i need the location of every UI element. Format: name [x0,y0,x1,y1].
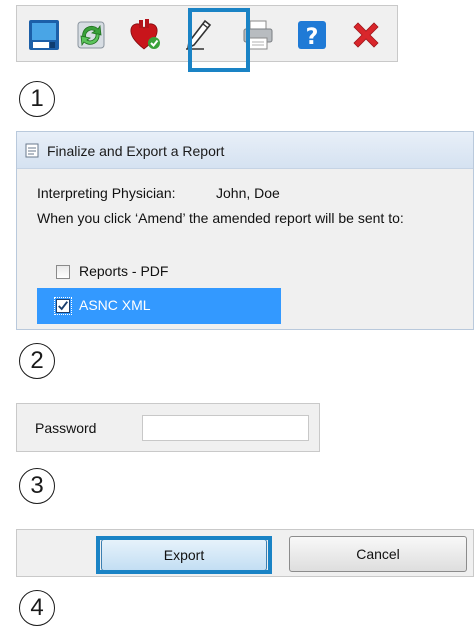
export-highlight-box [96,536,272,574]
refresh-icon [77,21,105,49]
step-marker-3: 3 [19,468,55,504]
instruction-text: When you click ‘Amend’ the amended repor… [37,210,404,226]
reports-pdf-label: Reports - PDF [79,263,169,279]
help-button[interactable]: ? [293,16,331,54]
physician-name: John, Doe [216,185,280,201]
check-mark-icon [58,301,69,311]
password-panel: Password [16,403,320,452]
step-marker-2: 2 [19,343,55,379]
refresh-button[interactable] [72,16,110,54]
close-icon [353,22,379,48]
dialog-title: Finalize and Export a Report [47,143,225,159]
password-label: Password [35,420,97,436]
password-input[interactable] [142,415,309,441]
asnc-xml-label: ASNC XML [79,297,151,313]
svg-text:?: ? [306,25,319,50]
dialog-titlebar: Finalize and Export a Report [17,132,473,169]
toolbar: ? [16,5,398,72]
save-icon [29,20,59,50]
save-button[interactable] [25,16,63,54]
reports-pdf-checkbox[interactable] [56,265,70,279]
physician-label: Interpreting Physician: [37,185,176,201]
asnc-xml-checkbox[interactable] [54,297,72,315]
report-icon [25,143,39,158]
help-icon: ? [298,21,326,50]
option-asnc-xml[interactable]: ASNC XML [37,288,281,324]
finalize-export-dialog: Finalize and Export a Report Interpretin… [16,131,474,330]
cancel-button[interactable]: Cancel [289,536,467,572]
close-button[interactable] [347,16,385,54]
pen-highlight-box [188,8,250,72]
action-buttons-panel: Export Cancel [16,529,474,577]
step-marker-1: 1 [19,81,55,117]
heart-approve-icon [130,19,160,50]
step-marker-4: 4 [19,590,55,626]
approve-button[interactable] [126,16,164,54]
